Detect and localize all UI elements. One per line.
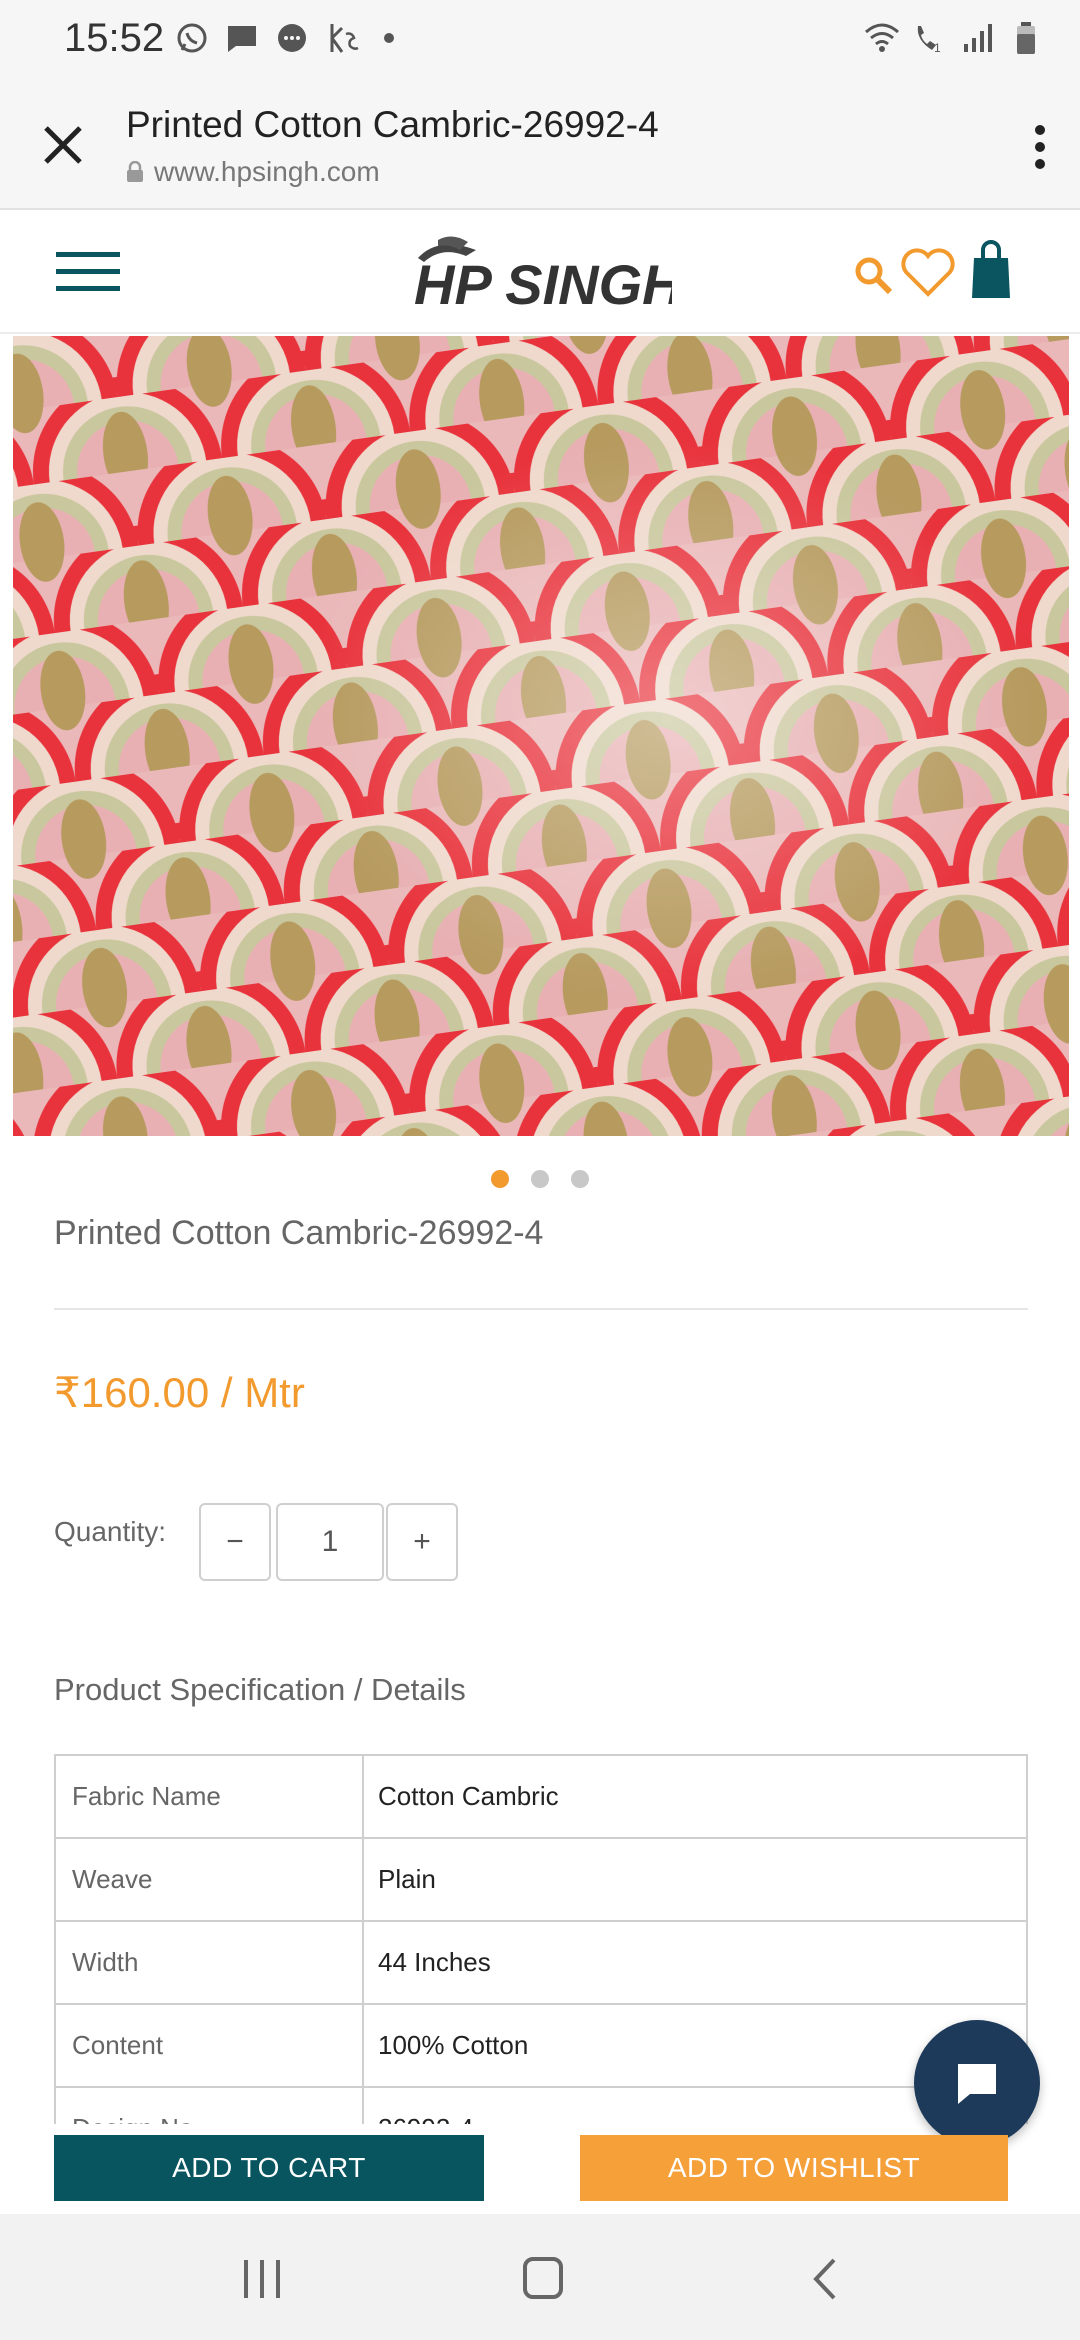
quantity-decrease-button[interactable]: −: [199, 1503, 271, 1581]
chat-bubble-icon: [278, 24, 306, 52]
whatsapp-icon: [177, 23, 207, 53]
spec-heading: Product Specification / Details: [54, 1672, 466, 1707]
lock-icon: [127, 161, 143, 182]
wifi-call-icon: 1: [917, 26, 941, 55]
url-bar[interactable]: www.hpsingh.com: [126, 156, 380, 188]
recent-apps-icon[interactable]: [240, 2258, 286, 2300]
browser-page-title: Printed Cotton Cambric-26992-4: [126, 104, 659, 145]
status-bar: 15:52 1: [0, 0, 1080, 84]
status-time: 15:52: [64, 16, 165, 60]
chat-icon: [958, 2064, 996, 2104]
more-notifications-dot: [384, 33, 394, 43]
add-to-wishlist-button[interactable]: ADD TO WISHLIST: [580, 2135, 1008, 2201]
fabric-pattern-image: [13, 336, 1069, 1136]
spec-key: Content: [56, 2005, 364, 2086]
url-text: www.hpsingh.com: [154, 156, 380, 187]
spec-key: Design No: [56, 2088, 364, 2124]
spec-row: Weave Plain: [54, 1839, 1028, 1922]
spec-key: Fabric Name: [56, 1756, 364, 1837]
close-icon[interactable]: [38, 120, 88, 170]
back-icon[interactable]: [810, 2256, 840, 2302]
spec-value: Cotton Cambric: [378, 1781, 559, 1811]
system-icons: 1: [864, 20, 1044, 56]
notification-icons: [174, 20, 394, 56]
shopping-bag-icon[interactable]: [970, 240, 1012, 300]
product-price: ₹160.00 / Mtr: [54, 1369, 305, 1416]
system-nav-bar: [0, 2214, 1080, 2340]
spec-value: 44 Inches: [378, 1947, 491, 1977]
home-icon[interactable]: [522, 2256, 564, 2300]
chat-button[interactable]: [914, 2020, 1040, 2146]
divider: [54, 1308, 1028, 1310]
spec-key: Weave: [56, 1839, 364, 1920]
add-to-cart-button[interactable]: ADD TO CART: [54, 2135, 484, 2201]
quantity-input[interactable]: 1: [276, 1503, 384, 1581]
message-icon: [228, 26, 256, 52]
carousel-dot-2[interactable]: [531, 1170, 549, 1188]
accessibility-icon: [330, 24, 359, 53]
spec-value: Plain: [378, 1864, 436, 1894]
site-header: HP SINGH: [0, 210, 1080, 334]
spec-table: Fabric Name Cotton Cambric Weave Plain W…: [54, 1754, 1028, 2124]
carousel-dot-1[interactable]: [491, 1170, 509, 1188]
spec-row: Fabric Name Cotton Cambric: [54, 1756, 1028, 1839]
spec-row: Design No 26992-4: [54, 2088, 1028, 2124]
search-icon[interactable]: [852, 254, 894, 296]
spec-row: Content 100% Cotton: [54, 2005, 1028, 2088]
product-image[interactable]: [13, 336, 1069, 1136]
wifi-icon: [865, 23, 899, 52]
quantity-increase-button[interactable]: +: [386, 1503, 458, 1581]
hamburger-menu-icon[interactable]: [56, 248, 120, 296]
more-options-icon[interactable]: [1030, 122, 1050, 172]
carousel-dots: [0, 1170, 1080, 1188]
battery-icon: [1017, 22, 1035, 54]
product-name: Printed Cotton Cambric-26992-4: [54, 1214, 544, 1252]
hp-singh-logo[interactable]: HP SINGH: [408, 232, 672, 314]
browser-toolbar: Printed Cotton Cambric-26992-4 www.hpsin…: [0, 84, 1080, 210]
svg-text:1: 1: [934, 41, 941, 55]
wishlist-heart-icon[interactable]: [900, 246, 956, 298]
quantity-label: Quantity:: [54, 1516, 167, 1547]
logo-text: HP SINGH: [414, 253, 672, 314]
signal-icon: [964, 24, 992, 52]
carousel-dot-3[interactable]: [571, 1170, 589, 1188]
spec-row: Width 44 Inches: [54, 1922, 1028, 2005]
spec-key: Width: [56, 1922, 364, 2003]
